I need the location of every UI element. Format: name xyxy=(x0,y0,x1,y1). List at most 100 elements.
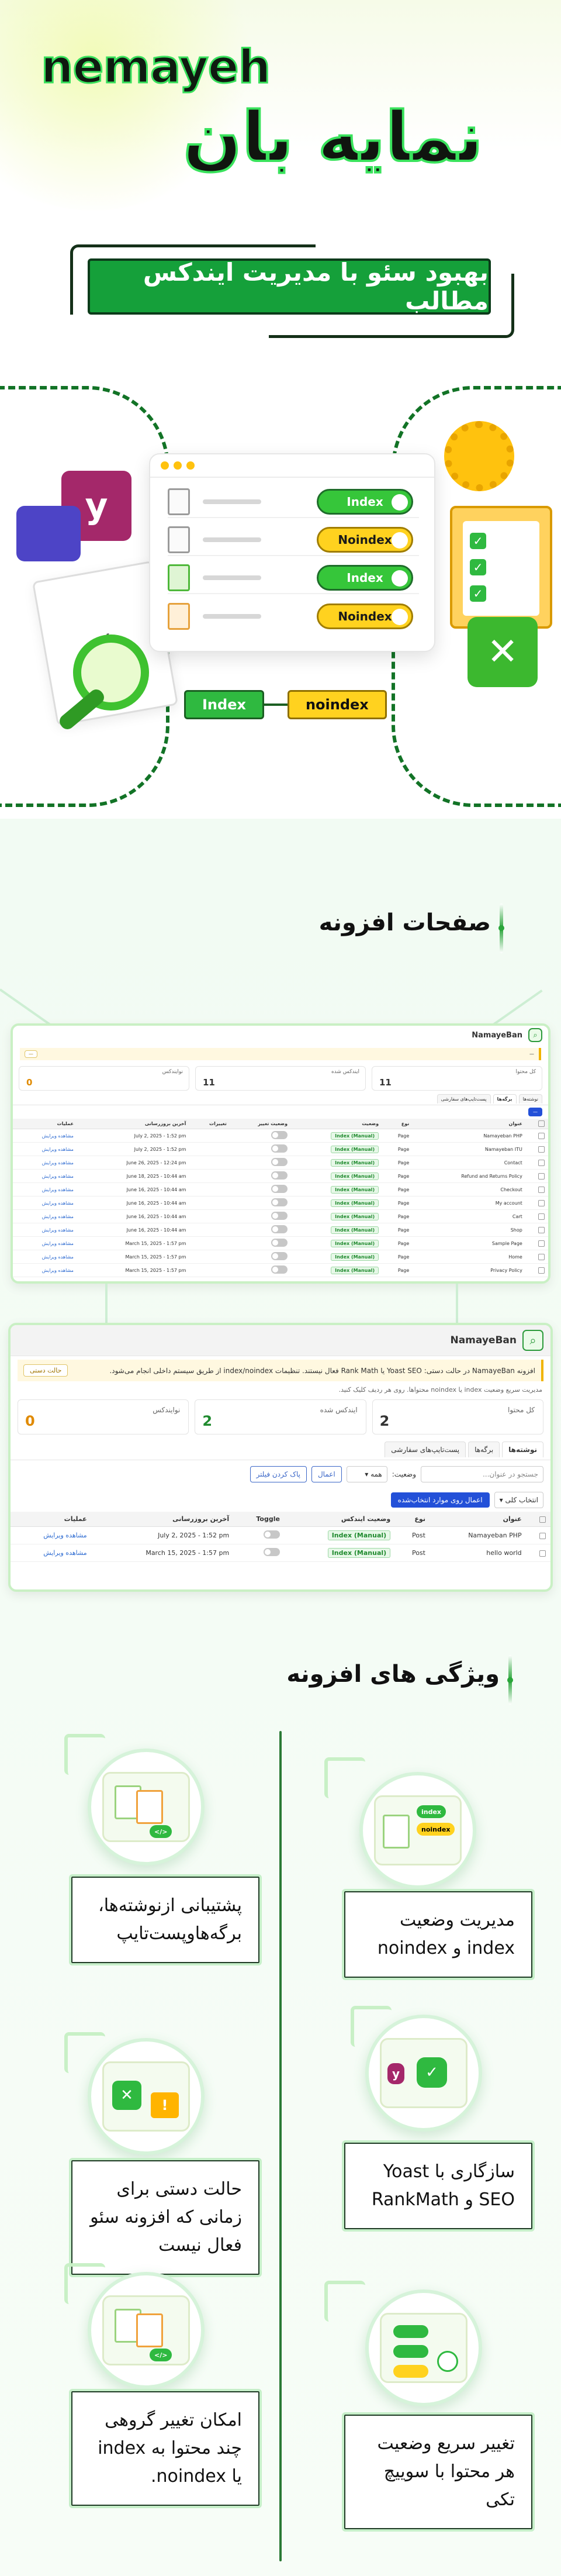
index-toggle[interactable] xyxy=(271,1239,288,1247)
cell-toggle xyxy=(230,1142,292,1156)
index-toggle[interactable] xyxy=(271,1131,288,1139)
cell-actions: مشاهده ویرایش xyxy=(13,1223,77,1237)
tab-custom-post-types[interactable]: پست‌تایپ‌های سفارشی xyxy=(437,1094,491,1103)
box-corner-deco xyxy=(324,2281,365,2322)
feature-index-status: مدیریت وضعیت index و noindex xyxy=(342,1889,535,1980)
cell-toggle xyxy=(234,1544,285,1562)
row-actions-link[interactable]: مشاهده ویرایش xyxy=(42,1174,74,1179)
reset-filter-button[interactable]: پاک کردن فیلتر xyxy=(250,1466,307,1482)
apply-filter-button[interactable]: اعمال xyxy=(311,1466,342,1482)
row-checkbox[interactable] xyxy=(539,1550,546,1557)
stat-label: ایندکس شده xyxy=(331,1069,359,1075)
row-actions-link[interactable]: مشاهده ویرایش xyxy=(43,1532,86,1539)
table-body: Namayeban PHP Page Index (Manual) July 2, 2… xyxy=(13,1129,548,1277)
browser-window: Index Noindex Index Noindex xyxy=(149,453,435,652)
document-icon xyxy=(383,1815,410,1849)
status-badge: Index (Manual) xyxy=(331,1266,379,1274)
row-checkbox[interactable] xyxy=(538,1132,545,1139)
manual-mode-button[interactable]: حالت دستی xyxy=(23,1364,68,1377)
tab-custom-post-types[interactable]: پست‌تایپ‌های سفارشی xyxy=(385,1442,466,1457)
status-badge: Index (Manual) xyxy=(331,1199,379,1207)
index-toggle[interactable] xyxy=(271,1144,288,1153)
notice-button[interactable]: — xyxy=(25,1050,37,1058)
row-checkbox[interactable] xyxy=(538,1159,545,1166)
row-actions-link[interactable]: مشاهده ویرایش xyxy=(43,1549,86,1557)
row-actions-link[interactable]: مشاهده ویرایش xyxy=(42,1268,74,1273)
row-checkbox[interactable] xyxy=(538,1173,545,1180)
bulk-apply-button[interactable]: اعمال روی موارد انتخاب‌شده xyxy=(390,1492,490,1508)
table-row: Contact Page Index (Manual) June 26, 2025 -… xyxy=(13,1156,548,1170)
index-toggle[interactable] xyxy=(263,1548,280,1556)
row-actions-link[interactable]: مشاهده ویرایش xyxy=(42,1241,74,1246)
row-checkbox[interactable] xyxy=(538,1146,545,1153)
tab-pages[interactable]: برگه‌ها xyxy=(493,1094,517,1103)
cell-type: Page xyxy=(382,1196,413,1210)
tab-pages[interactable]: برگه‌ها xyxy=(468,1442,500,1457)
row-checkbox[interactable] xyxy=(538,1267,545,1274)
row-checkbox[interactable] xyxy=(538,1199,545,1206)
cell-updated: June 16, 2025 - 10:44 am xyxy=(77,1182,190,1196)
table-body: Namayeban PHP Post Index (Manual) July 2, 2… xyxy=(11,1526,550,1562)
cell-status: Index (Manual) xyxy=(291,1156,383,1170)
placeholder-line xyxy=(203,614,261,619)
bulk-apply-button[interactable]: — xyxy=(528,1108,542,1116)
row-actions-link[interactable]: مشاهده ویرایش xyxy=(42,1133,74,1139)
search-input[interactable]: جستجو در عنوان... xyxy=(421,1466,543,1482)
row-checkbox[interactable] xyxy=(539,1532,546,1539)
file-icon xyxy=(168,526,190,553)
cell-actions: مشاهده ویرایش xyxy=(13,1129,77,1143)
cell-actions: مشاهده ویرایش xyxy=(13,1169,77,1183)
row-actions-link[interactable]: مشاهده ویرایش xyxy=(42,1160,74,1165)
index-toggle[interactable] xyxy=(271,1225,288,1233)
col-type: نوع xyxy=(395,1512,430,1527)
row-actions-link[interactable]: مشاهده ویرایش xyxy=(42,1147,74,1152)
browser-row: Noindex xyxy=(168,601,419,632)
index-toggle[interactable] xyxy=(271,1198,288,1206)
index-toggle[interactable] xyxy=(271,1158,288,1166)
index-toggle[interactable] xyxy=(263,1530,280,1539)
row-actions-link[interactable]: مشاهده ویرایش xyxy=(42,1187,74,1192)
row-actions-link[interactable]: مشاهده ویرایش xyxy=(42,1201,74,1206)
row-checkbox[interactable] xyxy=(538,1226,545,1233)
checkmark-icon: ✓ xyxy=(470,559,486,575)
index-toggle[interactable] xyxy=(271,1265,288,1274)
row-actions-link[interactable]: مشاهده ویرایش xyxy=(42,1227,74,1233)
bulk-bar: انتخاب کلی ▾ اعمال روی موارد انتخاب‌شده xyxy=(11,1488,550,1512)
index-badge-icon: index xyxy=(417,1805,446,1818)
manual-mode-notice: — — xyxy=(20,1048,541,1060)
row-actions-link[interactable]: مشاهده ویرایش xyxy=(42,1214,74,1219)
flow-from-badge: Index xyxy=(184,690,264,719)
index-toggle[interactable] xyxy=(271,1171,288,1180)
feature-bulk-change: امکان تغییر گروهی چند محتوا به index یا … xyxy=(69,2389,262,2508)
bulk-bar: — xyxy=(13,1105,548,1119)
cell-check xyxy=(525,1263,548,1277)
row-checkbox[interactable] xyxy=(538,1213,545,1220)
row-checkbox[interactable] xyxy=(538,1253,545,1260)
select-all-checkbox[interactable] xyxy=(539,1516,546,1523)
document-icon xyxy=(136,2313,163,2347)
row-checkbox[interactable] xyxy=(538,1240,545,1247)
tab-posts[interactable]: نوشته‌ها xyxy=(518,1094,542,1103)
hero-illustration: y </> Index Noindex Index xyxy=(0,374,561,819)
stats-row: کل محتوا 11 ایندکس شده 11 نوایندکس 0 xyxy=(13,1064,548,1093)
hint-text: مدیریت سریع وضعیت index یا noindex محتوا… xyxy=(338,1386,542,1394)
single-switch-illustration xyxy=(380,2313,468,2383)
bulk-select[interactable]: انتخاب کلی ▾ xyxy=(494,1492,543,1508)
cell-actions: مشاهده ویرایش xyxy=(13,1250,77,1264)
toggle-knob xyxy=(392,609,408,625)
row-actions-link[interactable]: مشاهده ویرایش xyxy=(42,1254,74,1260)
status-select[interactable]: همه ▾ xyxy=(346,1466,387,1482)
tab-posts[interactable]: نوشته‌ها xyxy=(502,1442,543,1457)
col-title: عنوان xyxy=(413,1119,526,1129)
plugin-logo-icon: ⌕ xyxy=(522,1330,543,1351)
index-toggle[interactable] xyxy=(271,1212,288,1220)
table-row: Cart Page Index (Manual) June 16, 2025 - 10… xyxy=(13,1209,548,1223)
select-all-checkbox[interactable] xyxy=(538,1120,545,1127)
cell-updated: July 2, 2025 - 1:52 pm xyxy=(91,1526,234,1544)
index-toggle[interactable] xyxy=(271,1252,288,1260)
cell-changes xyxy=(189,1263,230,1277)
row-checkbox[interactable] xyxy=(538,1186,545,1193)
cell-title: Sample Page xyxy=(413,1236,526,1250)
index-toggle[interactable] xyxy=(271,1185,288,1193)
status-badge: Index (Manual) xyxy=(331,1172,379,1180)
